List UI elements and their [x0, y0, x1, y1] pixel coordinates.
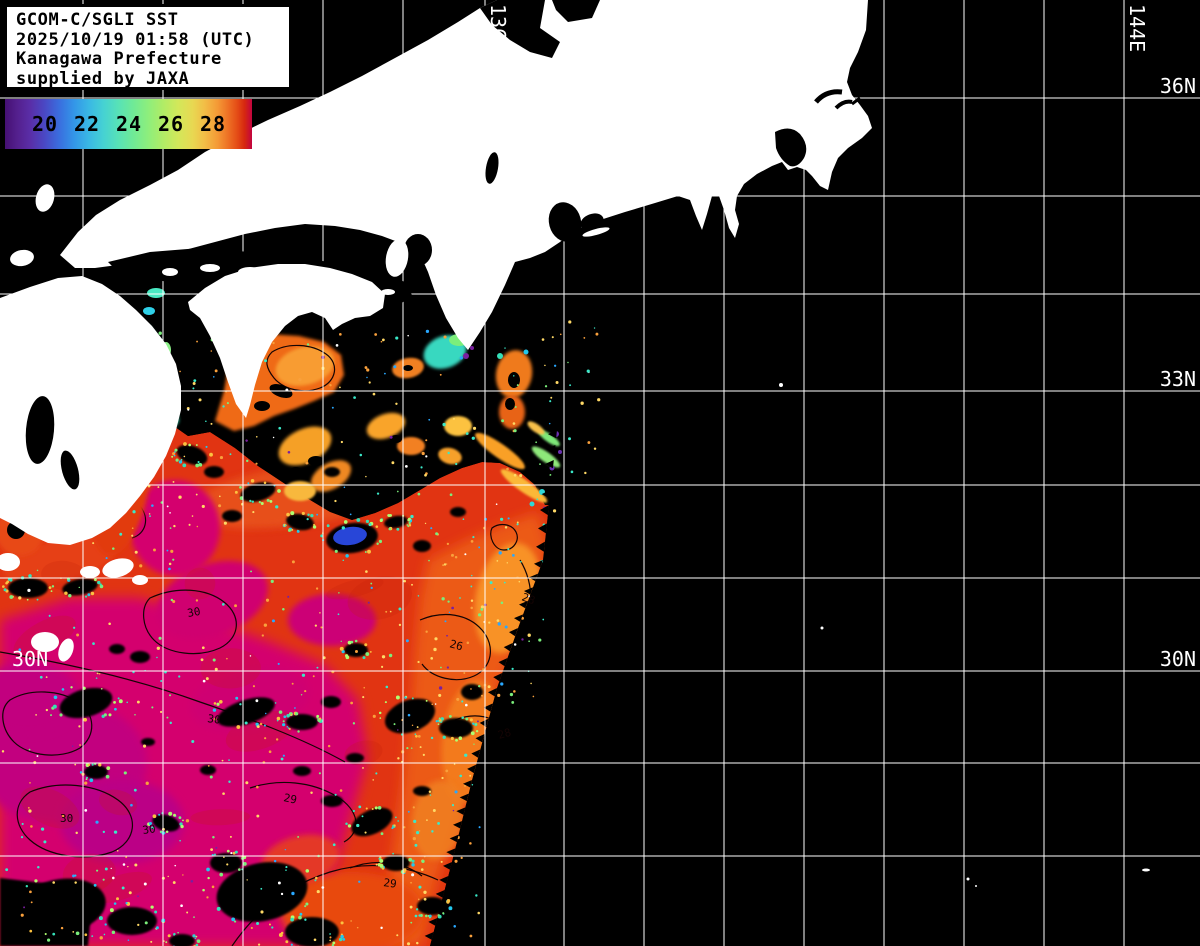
contour-label: 30 — [60, 812, 73, 825]
contour-label: 29 — [282, 791, 298, 806]
contour-label: 29 — [383, 876, 398, 891]
product-title: GCOM-C/SGLI SST — [16, 11, 280, 31]
contour-label: 30 — [142, 822, 157, 837]
colorbar-tick-26: 26 — [158, 112, 184, 136]
sst-map: 302630303029292828 GCOM-C/SGLI SST 2025/… — [0, 0, 1200, 946]
data-provider: supplied by JAXA — [16, 70, 280, 90]
lat-label-33n-right: 33N — [1160, 369, 1196, 389]
contour-label: 30 — [186, 605, 201, 620]
timestamp: 2025/10/19 01:58 (UTC) — [16, 31, 280, 51]
header-box: GCOM-C/SGLI SST 2025/10/19 01:58 (UTC) K… — [4, 4, 292, 90]
colorbar-tick-24: 24 — [116, 112, 142, 136]
lat-label-30n-left: 30N — [12, 649, 48, 669]
colorbar-tick-28: 28 — [200, 112, 226, 136]
lon-label-136e: 136E — [488, 4, 508, 52]
region-name: Kanagawa Prefecture — [16, 50, 280, 70]
contour-label: 30 — [207, 712, 222, 727]
colorbar-tick-20: 20 — [32, 112, 58, 136]
lat-label-36n-right: 36N — [1160, 76, 1196, 96]
lon-label-144e: 144E — [1127, 4, 1147, 52]
lat-label-30n-right: 30N — [1160, 649, 1196, 669]
colorbar: 20 22 24 26 28 — [5, 99, 252, 149]
colorbar-tick-22: 22 — [74, 112, 100, 136]
